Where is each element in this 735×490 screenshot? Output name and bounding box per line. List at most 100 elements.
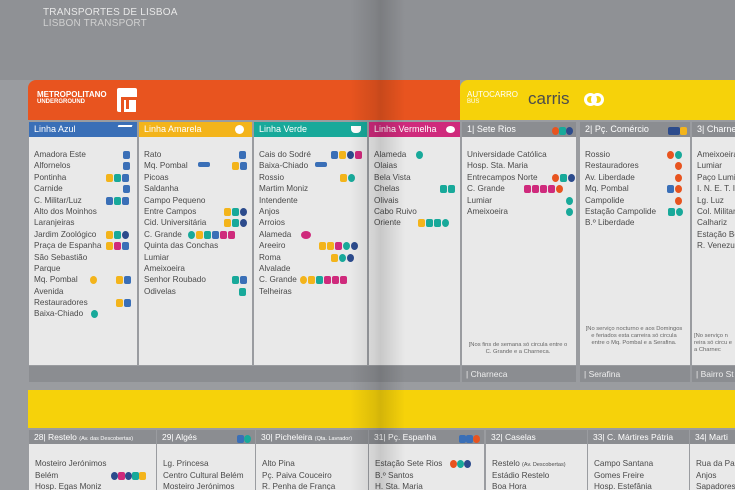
stop-row[interactable]: Universidade Católica [467,149,573,160]
station-row[interactable]: Mq. Pombal [144,160,249,171]
stop-row[interactable]: Entrecampos Norte [467,172,575,183]
station-row[interactable]: Olaias [374,160,457,171]
station-row[interactable]: Areeiro [259,240,364,251]
station-row[interactable]: C. Grande [144,229,249,240]
stop-row[interactable]: Paço Lumia [697,172,735,183]
station-row[interactable]: Roma [259,252,364,263]
station-row[interactable]: Laranjeiras [34,217,134,228]
stop-row[interactable]: Restelo (Av. Descobertas) [492,458,585,470]
station-row[interactable]: Parque [34,263,134,274]
stop-row[interactable]: Av. Liberdade [585,172,687,183]
stop-row[interactable]: Estação Sete Rios [375,458,482,470]
station-row[interactable]: Lumiar [144,252,249,263]
station-row[interactable]: Cid. Universitária [144,217,249,228]
station-row[interactable]: Arroios [259,217,364,228]
stop-row[interactable]: R. Penha de França [262,481,366,490]
bus-route-header[interactable]: 3| Charne [692,122,735,137]
stop-row[interactable]: Calhariz [697,217,732,228]
station-row[interactable]: Baixa-Chiado [34,308,134,319]
stop-row[interactable]: Ameixoeira [697,149,735,160]
station-row[interactable]: Restauradores [34,297,134,308]
stop-row[interactable]: Restauradores [585,160,687,171]
stop-row[interactable]: Hosp. Estefânia [594,481,687,490]
station-row[interactable]: São Sebastião [34,252,134,263]
station-row[interactable]: Odivelas [144,286,249,297]
stop-row[interactable]: Mosteiro Jerónimos [35,458,154,470]
stop-row[interactable]: I. N. E. T. I. [697,183,735,194]
stop-row[interactable]: R. Venezue [697,240,735,251]
stop-row[interactable]: Lumiar [467,195,573,206]
station-row[interactable]: Mq. Pombal [34,274,134,285]
stop-row[interactable]: Alto Pina [262,458,366,470]
stop-row[interactable]: Hosp. Sta. Maria [467,160,573,171]
bus-route-header[interactable]: 34| Marti [690,430,735,444]
stop-row[interactable]: H. Sta. Maria [375,481,482,490]
stop-row[interactable]: Sapadores [696,481,735,490]
station-row[interactable]: Pontinha [34,172,134,183]
line-header-vermelha[interactable]: Linha Vermelha [369,122,460,137]
station-row[interactable]: Senhor Roubado [144,274,249,285]
stop-row[interactable]: Estação Be [697,229,735,240]
stop-row[interactable]: Centro Cultural Belém [163,470,253,482]
station-row[interactable]: Alameda [259,229,364,240]
stop-row[interactable]: B.º Santos [375,470,482,482]
station-row[interactable]: Alvalade [259,263,364,274]
station-row[interactable]: Oriente [374,217,457,228]
station-row[interactable]: Jardim Zoológico [34,229,134,240]
station-row[interactable]: Telheiras [259,286,364,297]
stop-row[interactable]: Boa Hora [492,481,585,490]
line-header-amarela[interactable]: Linha Amarela [139,122,252,137]
station-row[interactable]: Picoas [144,172,249,183]
stop-row[interactable]: Lumiar [697,160,732,171]
bus-route-header[interactable]: 30| Picheleira (Qta. Lavrador) [256,430,368,444]
stop-row[interactable]: Lg. Luz [697,195,732,206]
bus-route-header[interactable]: 28| Restelo (Av. das Descobertas) [29,430,156,444]
stop-row[interactable]: Pç. Paiva Couceiro [262,470,366,482]
station-row[interactable]: Alto dos Moinhos [34,206,134,217]
bus-route-header[interactable]: 31| Pç. Espanha [369,430,484,444]
stop-row[interactable]: Col. Militar [697,206,735,217]
station-row[interactable]: Ameixoeira [144,263,249,274]
line-header-verde[interactable]: Linha Verde [254,122,367,137]
station-row[interactable]: Alfornelos [34,160,134,171]
station-row[interactable]: Cabo Ruivo [374,206,457,217]
station-row[interactable]: Anjos [259,206,364,217]
bus-route-header[interactable]: 29| Algés [157,430,255,444]
stop-row[interactable]: Belém [35,470,154,482]
station-row[interactable]: Baixa-Chiado [259,160,364,171]
station-row[interactable]: Campo Pequeno [144,195,249,206]
station-row[interactable]: Olivais [374,195,457,206]
station-row[interactable]: Entre Campos [144,206,249,217]
stop-row[interactable]: Hosp. Egas Moniz [35,481,154,490]
stop-row[interactable]: Estádio Restelo [492,470,585,482]
station-row[interactable]: Bela Vista [374,172,457,183]
station-row[interactable]: Avenida [34,286,134,297]
station-row[interactable]: Rossio [259,172,364,183]
stop-row[interactable]: C. Grande [467,183,573,194]
bus-route-header[interactable]: 33| C. Mártires Pátria [588,430,689,444]
line-header-azul[interactable]: Linha Azul [29,122,137,137]
station-row[interactable]: Cais do Sodré [259,149,364,160]
station-row[interactable]: Amadora Este [34,149,134,160]
stop-row[interactable]: Gomes Freire [594,470,687,482]
bus-route-header[interactable]: 1| Sete Rios [462,122,576,137]
bus-route-header[interactable]: 32| Caselas [486,430,587,444]
station-row[interactable]: Carnide [34,183,134,194]
stop-row[interactable]: Anjos [696,470,733,482]
stop-row[interactable]: Campo Santana [594,458,687,470]
stop-row[interactable]: Mq. Pombal [585,183,687,194]
station-row[interactable]: Quinta das Conchas [144,240,249,251]
stop-row[interactable]: Rossio [585,149,687,160]
station-row[interactable]: Martim Moniz [259,183,364,194]
stop-row[interactable]: Mosteiro Jerónimos [163,481,253,490]
stop-row[interactable]: Rua da Pal [696,458,735,470]
station-row[interactable]: Alameda [374,149,457,160]
station-row[interactable]: Chelas [374,183,457,194]
stop-row[interactable]: Campolide [585,195,687,206]
bus-route-header[interactable]: 2| Pç. Comércio [580,122,690,137]
stop-row[interactable]: Lg. Princesa [163,458,253,470]
stop-row[interactable]: Ameixoeira [467,206,573,217]
station-row[interactable]: C. Grande [259,274,364,285]
station-row[interactable]: Rato [144,149,249,160]
station-row[interactable]: Intendente [259,195,364,206]
